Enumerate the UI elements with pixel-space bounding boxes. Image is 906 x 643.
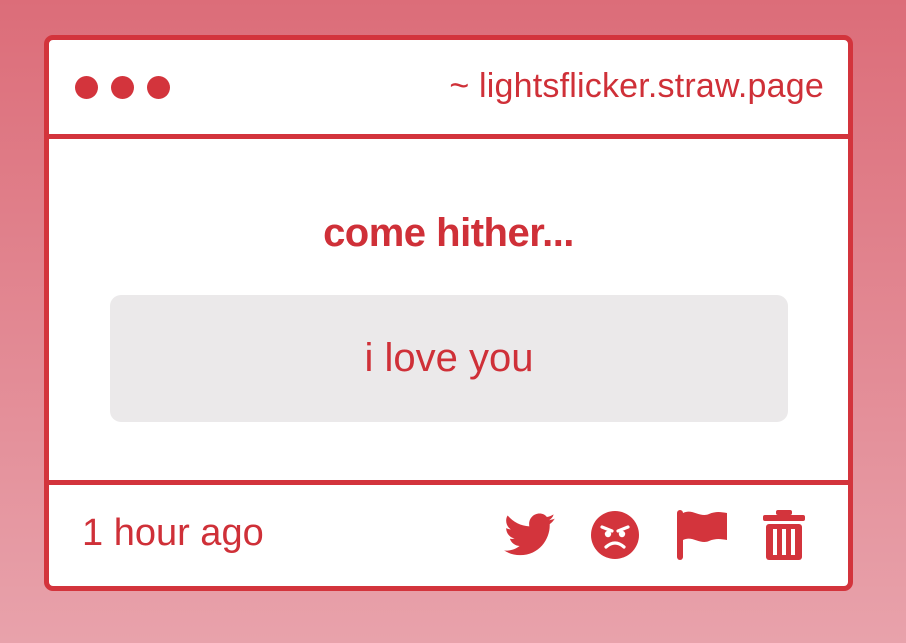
window-dot-2[interactable]	[111, 76, 134, 99]
twitter-share-button[interactable]	[504, 513, 556, 557]
flag-icon	[677, 510, 727, 560]
window: ~ lightsflicker.straw.page come hither..…	[44, 35, 853, 591]
post-timestamp: 1 hour ago	[82, 512, 264, 554]
answer-text: i love you	[364, 336, 534, 380]
page-url[interactable]: ~ lightsflicker.straw.page	[449, 67, 824, 106]
window-dot-3[interactable]	[147, 76, 170, 99]
answer-box: i love you	[110, 295, 788, 422]
action-bar	[504, 509, 806, 561]
window-dot-1[interactable]	[75, 76, 98, 99]
window-controls	[75, 76, 170, 99]
angry-react-button[interactable]	[590, 510, 640, 560]
twitter-bird-icon	[504, 513, 556, 556]
angry-face-icon	[591, 511, 639, 559]
title-bar: ~ lightsflicker.straw.page	[49, 40, 848, 139]
report-button[interactable]	[676, 509, 728, 561]
post-footer: 1 hour ago	[49, 480, 848, 586]
delete-button[interactable]	[762, 510, 806, 560]
post-content: come hither... i love you	[49, 139, 848, 484]
post-prompt: come hither...	[323, 211, 574, 255]
trash-icon	[763, 510, 805, 560]
